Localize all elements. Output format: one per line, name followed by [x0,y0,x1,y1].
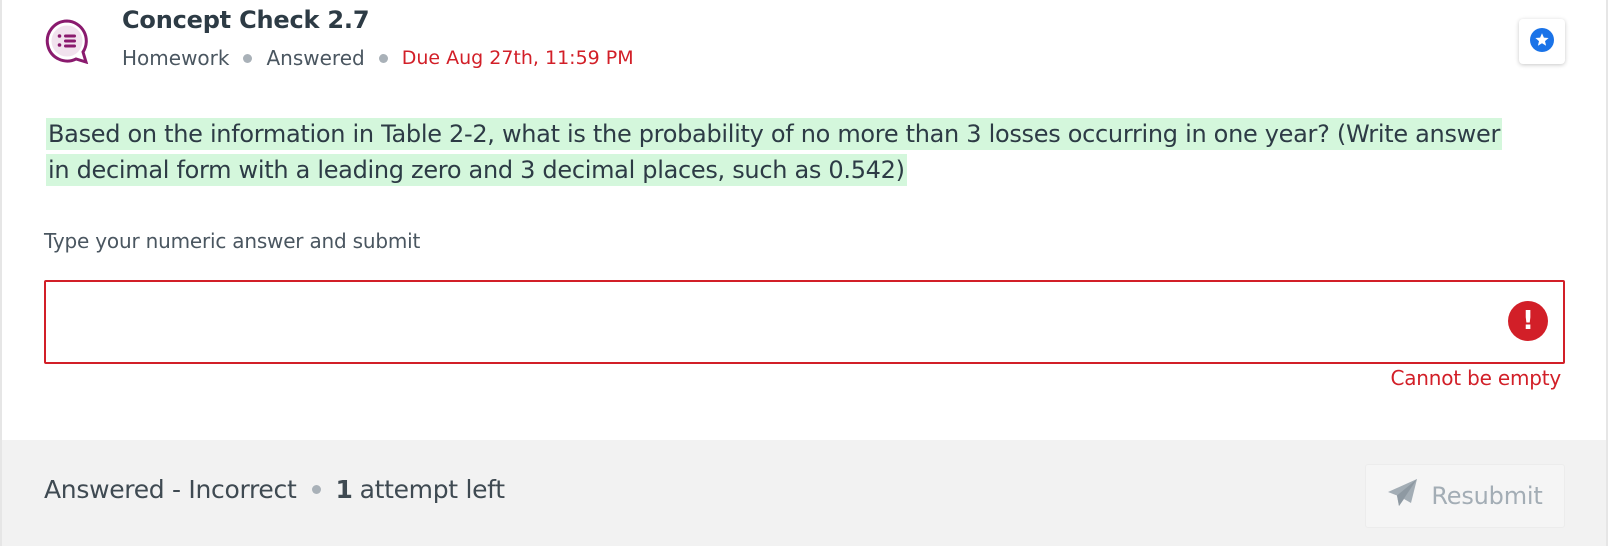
question-text: Based on the information in Table 2-2, w… [46,116,1516,188]
attempts-count: 1 [335,475,353,504]
assignment-meta: Homework Answered Due Aug 27th, 11:59 PM [122,46,634,70]
question-highlight: Based on the information in Table 2-2, w… [46,118,1503,186]
numeric-answer-input[interactable] [44,280,1565,364]
assignment-type: Homework [122,46,230,70]
assignment-title: Concept Check 2.7 [122,6,370,34]
separator-dot [378,53,388,63]
star-icon [1529,27,1555,57]
bookmark-star-button[interactable] [1519,19,1565,64]
error-message: Cannot be empty [1390,366,1561,390]
attempts-label: attempt left [359,475,505,504]
resubmit-label: Resubmit [1431,482,1543,510]
answer-result: Answered - Incorrect [44,475,297,504]
question-card: Concept Check 2.7 Homework Answered Due … [0,0,1608,546]
separator-dot [312,485,322,494]
answer-prompt: Type your numeric answer and submit [44,229,421,253]
separator-dot [243,53,253,63]
discussion-bubble-icon [44,18,90,65]
error-icon: ! [1508,301,1548,341]
assignment-state: Answered [266,46,365,70]
due-date: Due Aug 27th, 11:59 PM [401,47,634,69]
answer-status: Answered - Incorrect 1 attempt left [44,475,505,504]
paper-plane-icon [1387,478,1431,514]
question-footer: Answered - Incorrect 1 attempt left Resu… [2,440,1606,546]
resubmit-button[interactable]: Resubmit [1365,464,1565,528]
